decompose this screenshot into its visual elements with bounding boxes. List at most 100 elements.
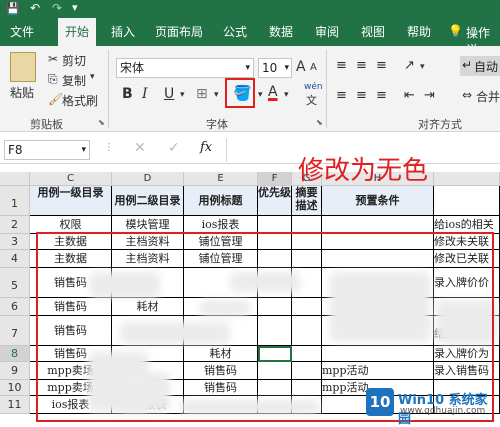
- underline-button[interactable]: U: [164, 86, 174, 102]
- fill-color-dropdown-icon[interactable]: ▾: [258, 90, 263, 100]
- save-icon[interactable]: 💾: [6, 2, 20, 15]
- cut-icon[interactable]: ✂: [48, 52, 58, 66]
- phonetic-guide-button[interactable]: wén: [304, 82, 323, 92]
- cut-button[interactable]: 剪切: [62, 52, 86, 69]
- row-header[interactable]: 6: [0, 298, 30, 316]
- select-all-corner[interactable]: [0, 172, 30, 186]
- row-header[interactable]: 4: [0, 250, 30, 268]
- shrink-font-button[interactable]: A: [310, 62, 317, 73]
- borders-icon[interactable]: ⊞: [196, 86, 208, 102]
- font-size-select[interactable]: 10 ▾: [258, 58, 292, 78]
- font-color-button[interactable]: A: [268, 84, 278, 100]
- phonetic-icon: 文: [306, 94, 317, 107]
- tab-data[interactable]: 数据: [266, 18, 296, 46]
- header-cell[interactable]: 摘要描述: [292, 186, 322, 216]
- align-middle-icon[interactable]: ≡: [356, 58, 367, 73]
- row-header[interactable]: 3: [0, 234, 30, 250]
- lightbulb-icon[interactable]: 💡: [448, 24, 463, 38]
- tab-page-layout[interactable]: 页面布局: [152, 18, 206, 46]
- align-right-icon[interactable]: ≡: [376, 88, 387, 103]
- header-cell[interactable]: 用例标题: [184, 186, 258, 216]
- header-cell[interactable]: 预置条件: [322, 186, 434, 216]
- name-box-value: F8: [8, 143, 23, 157]
- chevron-down-icon: ▾: [245, 63, 250, 73]
- format-painter-button[interactable]: 格式刷: [62, 92, 98, 109]
- bold-button[interactable]: B: [122, 86, 133, 102]
- tab-formulas[interactable]: 公式: [220, 18, 250, 46]
- undo-icon[interactable]: ↶: [30, 1, 40, 15]
- align-bottom-icon[interactable]: ≡: [376, 58, 387, 73]
- row-header[interactable]: 10: [0, 380, 30, 396]
- column-header-d[interactable]: D: [112, 172, 184, 186]
- header-cell[interactable]: 用例二级目录: [112, 186, 184, 216]
- increase-indent-icon[interactable]: ⇥: [424, 88, 435, 103]
- tab-view[interactable]: 视图: [358, 18, 388, 46]
- row-header[interactable]: 2: [0, 216, 30, 234]
- wrap-text-icon: ↵: [462, 58, 473, 72]
- divider: [326, 50, 327, 128]
- format-painter-icon[interactable]: 🖌: [48, 92, 63, 106]
- ribbon-home: 粘贴 ✂ 剪切 ⎘ 复制 ▾ 🖌 格式刷 剪贴板 ⬊ 宋体 ▾ 10 ▾ A A…: [0, 46, 500, 132]
- customize-toolbar-icon[interactable]: ▾: [72, 1, 78, 14]
- row-header[interactable]: 7: [0, 316, 30, 346]
- clipboard-group-label: 剪贴板: [30, 118, 63, 131]
- orientation-icon[interactable]: ↗: [404, 58, 415, 73]
- alignment-group-label: 对齐方式: [418, 118, 462, 131]
- tab-help[interactable]: 帮助: [404, 18, 434, 46]
- borders-dropdown-icon[interactable]: ▾: [214, 90, 219, 100]
- row-header[interactable]: 9: [0, 362, 30, 380]
- watermark-logo: 10: [366, 388, 394, 416]
- decrease-indent-icon[interactable]: ⇤: [404, 88, 415, 103]
- watermark-url: www.qdhuajin.com: [400, 406, 486, 416]
- align-center-icon[interactable]: ≡: [356, 88, 367, 103]
- font-launcher-icon[interactable]: ⬊: [316, 118, 323, 127]
- merge-icon[interactable]: ⇔: [462, 88, 472, 102]
- quick-access-toolbar: 💾 ↶ ↷ ▾: [0, 0, 500, 18]
- column-header-i[interactable]: [434, 172, 500, 186]
- italic-button[interactable]: I: [142, 86, 148, 102]
- font-size-value: 10: [262, 61, 278, 75]
- copy-button[interactable]: 复制: [62, 72, 86, 89]
- copy-icon[interactable]: ⎘: [48, 72, 58, 87]
- align-left-icon[interactable]: ≡: [336, 88, 347, 103]
- row-header[interactable]: 8: [0, 346, 30, 362]
- ribbon-tabs: 文件 开始 插入 页面布局 公式 数据 审阅 视图 帮助 💡 操作说: [0, 18, 500, 57]
- merge-center-button[interactable]: 合并: [476, 88, 500, 105]
- fill-color-bucket-icon[interactable]: 🪣: [233, 84, 252, 102]
- font-group-label: 字体: [206, 118, 228, 131]
- chevron-down-icon: ▾: [81, 145, 86, 155]
- column-header-c[interactable]: C: [30, 172, 112, 186]
- name-box[interactable]: F8 ▾: [4, 140, 90, 160]
- paste-icon[interactable]: [10, 52, 36, 82]
- column-header-e[interactable]: E: [184, 172, 258, 186]
- align-top-icon[interactable]: ≡: [336, 58, 347, 73]
- header-cell[interactable]: 优先级: [258, 186, 292, 216]
- chevron-down-icon: ▾: [284, 63, 289, 73]
- grow-font-button[interactable]: A: [296, 59, 306, 75]
- font-name-select[interactable]: 宋体 ▾: [116, 58, 254, 78]
- redo-icon[interactable]: ↷: [52, 1, 62, 15]
- row-header[interactable]: 11: [0, 396, 30, 414]
- column-header-f[interactable]: F: [258, 172, 292, 186]
- wrap-text-button[interactable]: ↵ 自动: [460, 56, 500, 76]
- clipboard-launcher-icon[interactable]: ⬊: [98, 118, 105, 127]
- underline-dropdown-icon[interactable]: ▾: [180, 90, 185, 100]
- header-cell[interactable]: [434, 186, 500, 216]
- row-header[interactable]: 5: [0, 268, 30, 298]
- cancel-icon[interactable]: ✕: [134, 140, 146, 156]
- insert-function-icon[interactable]: fx: [200, 140, 212, 155]
- copy-dropdown-icon[interactable]: ▾: [90, 72, 95, 82]
- confirm-icon[interactable]: ✓: [168, 140, 180, 156]
- tab-file[interactable]: 文件: [8, 18, 36, 46]
- divider: [108, 50, 109, 128]
- tab-review[interactable]: 审阅: [312, 18, 342, 46]
- header-cell[interactable]: 用例一级目录: [30, 186, 112, 216]
- wrap-text-label: 自动: [474, 60, 499, 74]
- orientation-dropdown-icon[interactable]: ▾: [420, 62, 425, 72]
- row-header[interactable]: 1: [0, 186, 30, 216]
- annotation-text: 修改为无色: [298, 156, 429, 186]
- tab-home[interactable]: 开始: [58, 18, 96, 46]
- paste-button[interactable]: 粘贴: [10, 84, 34, 101]
- font-color-dropdown-icon[interactable]: ▾: [284, 90, 289, 100]
- tab-insert[interactable]: 插入: [108, 18, 138, 46]
